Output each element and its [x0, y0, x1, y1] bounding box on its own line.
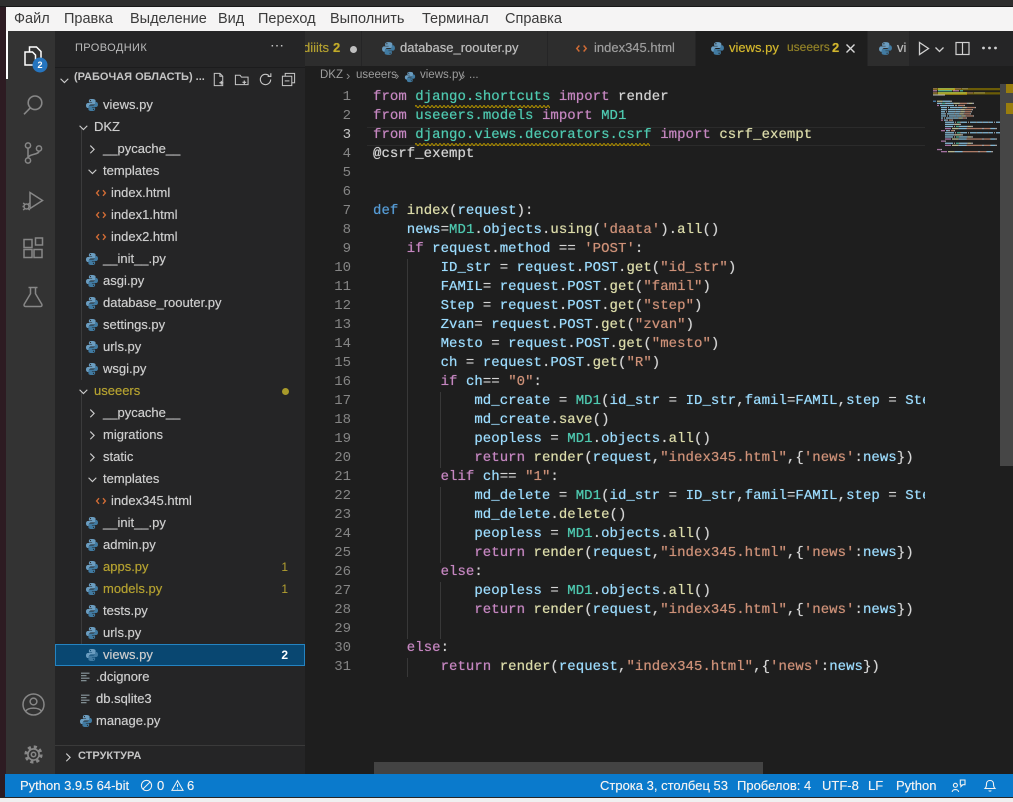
svg-text:2: 2 — [37, 60, 42, 70]
